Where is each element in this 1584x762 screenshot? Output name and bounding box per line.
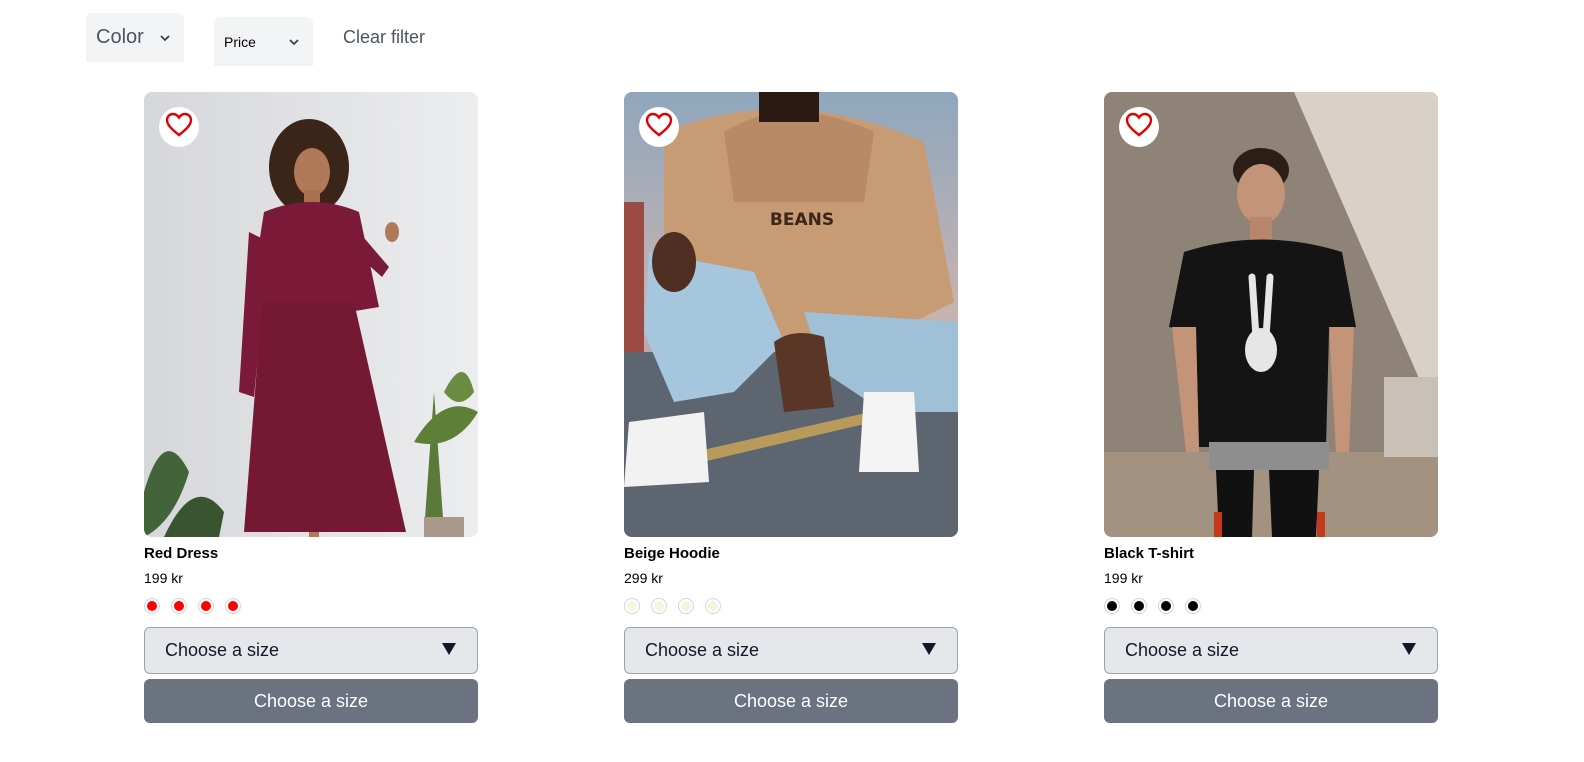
- product-card: Black T-shirt 199 kr Choose a size Choos…: [1104, 92, 1438, 723]
- size-select-value: Choose a size: [1125, 640, 1240, 660]
- color-swatches: [1104, 598, 1438, 616]
- choose-size-button[interactable]: Choose a size: [144, 679, 478, 723]
- color-swatch[interactable]: [225, 598, 241, 614]
- chevron-down-icon: [158, 31, 172, 45]
- color-swatch[interactable]: [1158, 598, 1174, 614]
- product-image[interactable]: [144, 92, 478, 537]
- color-swatch[interactable]: [705, 598, 721, 614]
- size-select-value: Choose a size: [165, 640, 280, 660]
- filter-bar: Color Price Clear filter: [86, 13, 425, 66]
- product-card: BEANS Beige Hoodie 299 kr Choose a size …: [624, 92, 958, 723]
- color-swatch[interactable]: [144, 598, 160, 614]
- color-filter-dropdown[interactable]: Color: [86, 13, 184, 62]
- color-swatch[interactable]: [1185, 598, 1201, 614]
- color-swatch[interactable]: [1131, 598, 1147, 614]
- product-image[interactable]: BEANS: [624, 92, 958, 537]
- chevron-down-icon: [287, 35, 301, 49]
- size-select[interactable]: Choose a size: [144, 627, 478, 674]
- color-swatches: [624, 598, 958, 616]
- product-image[interactable]: [1104, 92, 1438, 537]
- svg-text:BEANS: BEANS: [770, 210, 834, 230]
- price-filter-label: Price: [224, 33, 256, 50]
- size-select-value: Choose a size: [645, 640, 760, 660]
- heart-icon: [645, 112, 673, 143]
- color-swatch[interactable]: [198, 598, 214, 614]
- choose-size-button[interactable]: Choose a size: [1104, 679, 1438, 723]
- product-name: Red Dress: [144, 545, 219, 562]
- product-name: Beige Hoodie: [624, 545, 720, 562]
- favorite-button[interactable]: [1119, 107, 1159, 147]
- triangle-down-icon: [1401, 640, 1417, 661]
- size-select[interactable]: Choose a size: [624, 627, 958, 674]
- color-swatch[interactable]: [171, 598, 187, 614]
- triangle-down-icon: [921, 640, 937, 661]
- price-filter-dropdown[interactable]: Price: [214, 17, 313, 66]
- triangle-down-icon: [441, 640, 457, 661]
- color-swatch[interactable]: [678, 598, 694, 614]
- color-swatch[interactable]: [651, 598, 667, 614]
- product-price: 299 kr: [624, 570, 663, 586]
- color-filter-label: Color: [96, 26, 144, 48]
- product-name: Black T-shirt: [1104, 545, 1195, 562]
- favorite-button[interactable]: [159, 107, 199, 147]
- heart-icon: [165, 112, 193, 143]
- clear-filter-link[interactable]: Clear filter: [343, 27, 425, 48]
- size-select[interactable]: Choose a size: [1104, 627, 1438, 674]
- product-card: Red Dress 199 kr Choose a size Choose a …: [144, 92, 478, 723]
- favorite-button[interactable]: [639, 107, 679, 147]
- color-swatch[interactable]: [1104, 598, 1120, 614]
- product-price: 199 kr: [144, 570, 183, 586]
- choose-size-button[interactable]: Choose a size: [624, 679, 958, 723]
- color-swatches: [144, 598, 478, 616]
- product-price: 199 kr: [1104, 570, 1143, 586]
- heart-icon: [1125, 112, 1153, 143]
- color-swatch[interactable]: [624, 598, 640, 614]
